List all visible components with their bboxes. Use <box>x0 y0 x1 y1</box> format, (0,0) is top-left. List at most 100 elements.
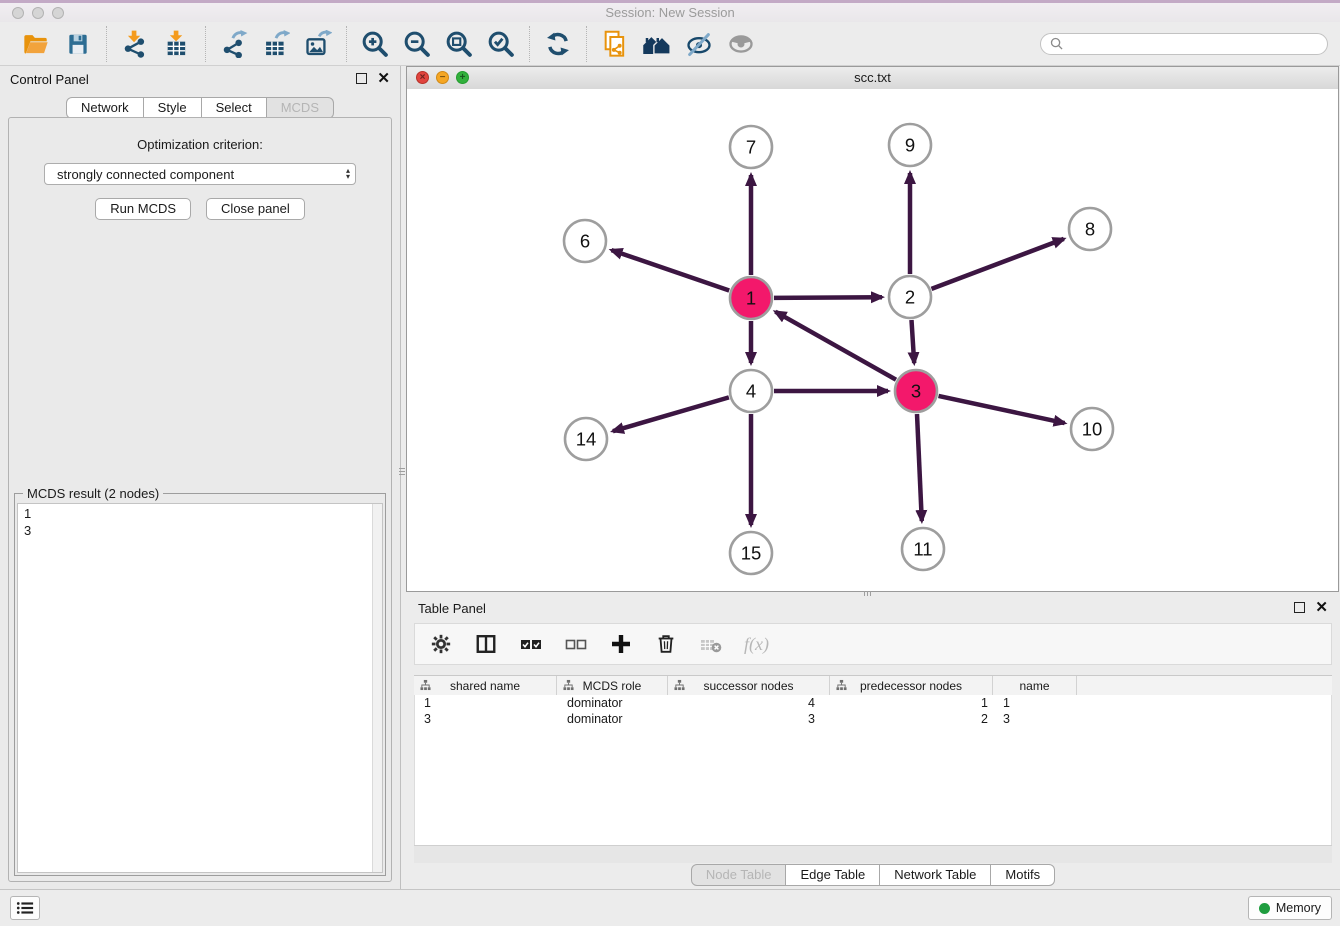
column-tree-icon <box>563 679 574 694</box>
first-neighbors-houses-icon[interactable] <box>642 29 672 59</box>
table-cell[interactable]: 1 <box>831 696 994 710</box>
graph-edge-4-14[interactable] <box>613 397 729 431</box>
table-footer-strip <box>414 845 1332 863</box>
network-canvas[interactable]: 7 9 6 8 1 2 4 3 14 10 15 11 <box>407 89 1338 591</box>
table-tab-edge-table[interactable]: Edge Table <box>786 864 880 886</box>
graph-edge-2-3[interactable] <box>912 320 915 363</box>
graph-node-11[interactable]: 11 <box>902 528 944 570</box>
table-cell[interactable]: 1 <box>994 696 1078 710</box>
control-tab-mcds[interactable]: MCDS <box>267 97 334 119</box>
column-header-mcds-role[interactable]: MCDS role <box>557 676 668 695</box>
close-table-panel-icon[interactable]: ✕ <box>1315 603 1328 613</box>
unselect-all-columns-icon[interactable] <box>564 632 588 656</box>
add-column-icon[interactable] <box>609 632 633 656</box>
graph-node-10[interactable]: 10 <box>1071 408 1113 450</box>
zoom-out-icon[interactable] <box>402 29 432 59</box>
column-header-predecessor-nodes[interactable]: predecessor nodes <box>830 676 993 695</box>
graph-node-1[interactable]: 1 <box>730 277 772 319</box>
graph-edge-3-10[interactable] <box>939 396 1065 423</box>
graph-edge-1-6[interactable] <box>612 250 730 290</box>
delete-columns-icon[interactable] <box>654 632 678 656</box>
search-input[interactable] <box>1069 35 1318 52</box>
zoom-selected-icon[interactable] <box>486 29 516 59</box>
save-session-icon[interactable] <box>63 29 93 59</box>
function-builder-icon[interactable]: f(x) <box>744 634 769 655</box>
control-tab-style[interactable]: Style <box>144 97 202 119</box>
column-header-filler <box>1077 676 1332 695</box>
table-cell[interactable]: 4 <box>669 696 831 710</box>
main-toolbar <box>0 22 1340 66</box>
graph-node-15[interactable]: 15 <box>730 532 772 574</box>
graph-node-14[interactable]: 14 <box>565 418 607 460</box>
graph-edge-2-8[interactable] <box>932 239 1064 289</box>
table-tab-node-table[interactable]: Node Table <box>691 864 787 886</box>
table-tab-network-table[interactable]: Network Table <box>880 864 991 886</box>
delete-table-icon[interactable] <box>699 632 723 656</box>
table-cell[interactable]: 3 <box>669 712 831 726</box>
table-cell[interactable]: 1 <box>415 696 558 710</box>
apply-layout-icon[interactable] <box>543 29 573 59</box>
column-header-name[interactable]: name <box>993 676 1077 695</box>
control-panel-title: Control Panel <box>10 72 89 87</box>
graph-node-2[interactable]: 2 <box>889 276 931 318</box>
graph-node-4[interactable]: 4 <box>730 370 772 412</box>
vertical-splitter-handle[interactable] <box>399 462 405 480</box>
mcds-result-textarea[interactable]: 13 <box>17 503 383 873</box>
memory-button[interactable]: Memory <box>1248 896 1332 920</box>
table-tab-motifs[interactable]: Motifs <box>991 864 1055 886</box>
svg-text:4: 4 <box>746 381 756 402</box>
float-panel-icon[interactable] <box>356 73 367 84</box>
select-stepper-icon: ▴▾ <box>346 168 350 180</box>
show-graphics-details-icon[interactable] <box>726 29 756 59</box>
export-network-icon[interactable] <box>219 29 249 59</box>
table-cell[interactable]: 3 <box>415 712 558 726</box>
open-session-icon[interactable] <box>21 29 51 59</box>
zoom-in-icon[interactable] <box>360 29 390 59</box>
table-cell[interactable]: 2 <box>831 712 994 726</box>
column-tree-icon <box>674 679 685 694</box>
table-row[interactable]: 3dominator323 <box>415 711 1331 727</box>
close-panel-icon[interactable]: ✕ <box>377 74 390 84</box>
graph-edge-3-1[interactable] <box>775 312 896 380</box>
frame-minimize-icon[interactable]: − <box>436 71 449 84</box>
svg-text:10: 10 <box>1082 419 1103 440</box>
network-window-titlebar[interactable]: × − + scc.txt <box>407 67 1338 90</box>
memory-status-icon <box>1259 903 1270 914</box>
graph-node-6[interactable]: 6 <box>564 220 606 262</box>
graph-edge-1-2[interactable] <box>774 297 882 298</box>
hide-graphics-details-icon[interactable] <box>684 29 714 59</box>
export-image-icon[interactable] <box>303 29 333 59</box>
column-header-label: MCDS role <box>583 679 642 693</box>
graph-node-7[interactable]: 7 <box>730 126 772 168</box>
column-header-shared-name[interactable]: shared name <box>414 676 557 695</box>
frame-close-icon[interactable]: × <box>416 71 429 84</box>
run-mcds-button[interactable]: Run MCDS <box>95 198 191 220</box>
graph-edge-3-11[interactable] <box>917 414 922 521</box>
split-columns-icon[interactable] <box>474 632 498 656</box>
frame-maximize-icon[interactable]: + <box>456 71 469 84</box>
optimization-criterion-select[interactable]: strongly connected component ▴▾ <box>44 163 356 185</box>
control-tab-network[interactable]: Network <box>66 97 144 119</box>
task-list-icon <box>16 900 34 916</box>
import-table-icon[interactable] <box>162 29 192 59</box>
export-table-icon[interactable] <box>261 29 291 59</box>
clone-network-icon[interactable] <box>600 29 630 59</box>
graph-node-3[interactable]: 3 <box>895 370 937 412</box>
task-history-button[interactable] <box>10 896 40 920</box>
zoom-fit-icon[interactable] <box>444 29 474 59</box>
table-cell[interactable]: dominator <box>558 712 669 726</box>
select-all-columns-icon[interactable] <box>519 632 543 656</box>
control-tab-select[interactable]: Select <box>202 97 267 119</box>
search-box[interactable] <box>1040 33 1328 55</box>
graph-node-9[interactable]: 9 <box>889 124 931 166</box>
import-network-icon[interactable] <box>120 29 150 59</box>
float-table-panel-icon[interactable] <box>1294 602 1305 613</box>
close-panel-button[interactable]: Close panel <box>206 198 305 220</box>
column-header-successor-nodes[interactable]: successor nodes <box>668 676 830 695</box>
table-cell[interactable]: dominator <box>558 696 669 710</box>
settings-gear-icon[interactable] <box>429 632 453 656</box>
graph-node-8[interactable]: 8 <box>1069 208 1111 250</box>
table-row[interactable]: 1dominator411 <box>415 695 1331 711</box>
optimization-criterion-label: Optimization criterion: <box>9 137 391 152</box>
table-cell[interactable]: 3 <box>994 712 1078 726</box>
